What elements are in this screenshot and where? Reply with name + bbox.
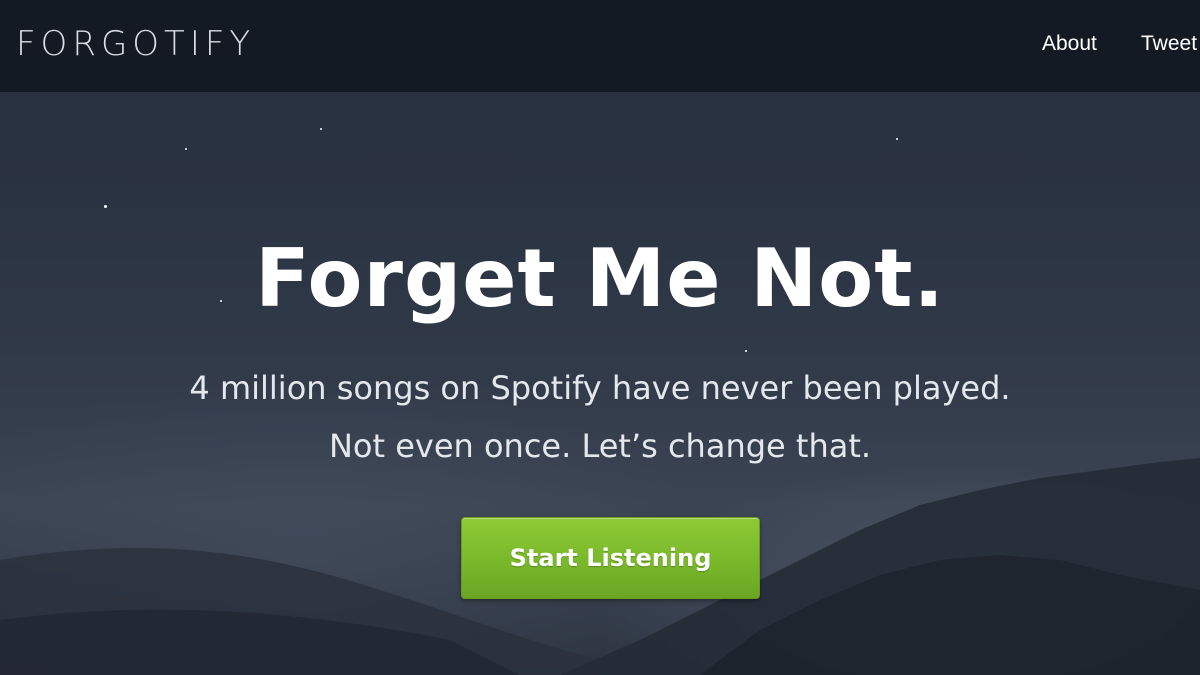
hero-subtitle-line-1: 4 million songs on Spotify have never be… [189, 369, 1011, 407]
hero-title: Forget Me Not. [255, 232, 945, 325]
star [745, 350, 747, 352]
star [896, 138, 898, 140]
star [320, 128, 322, 130]
top-navbar: FORGOTIFY About Tweet [0, 0, 1200, 92]
star [185, 148, 187, 150]
hero-subtitle-line-2: Not even once. Let’s change that. [328, 427, 872, 465]
forgotify-logo[interactable]: FORGOTIFY [16, 24, 255, 64]
star [104, 205, 107, 208]
start-listening-button[interactable]: Start Listening [461, 517, 760, 599]
nav-link-tweet[interactable]: Tweet [1141, 32, 1197, 56]
nav-link-about[interactable]: About [1042, 32, 1097, 56]
